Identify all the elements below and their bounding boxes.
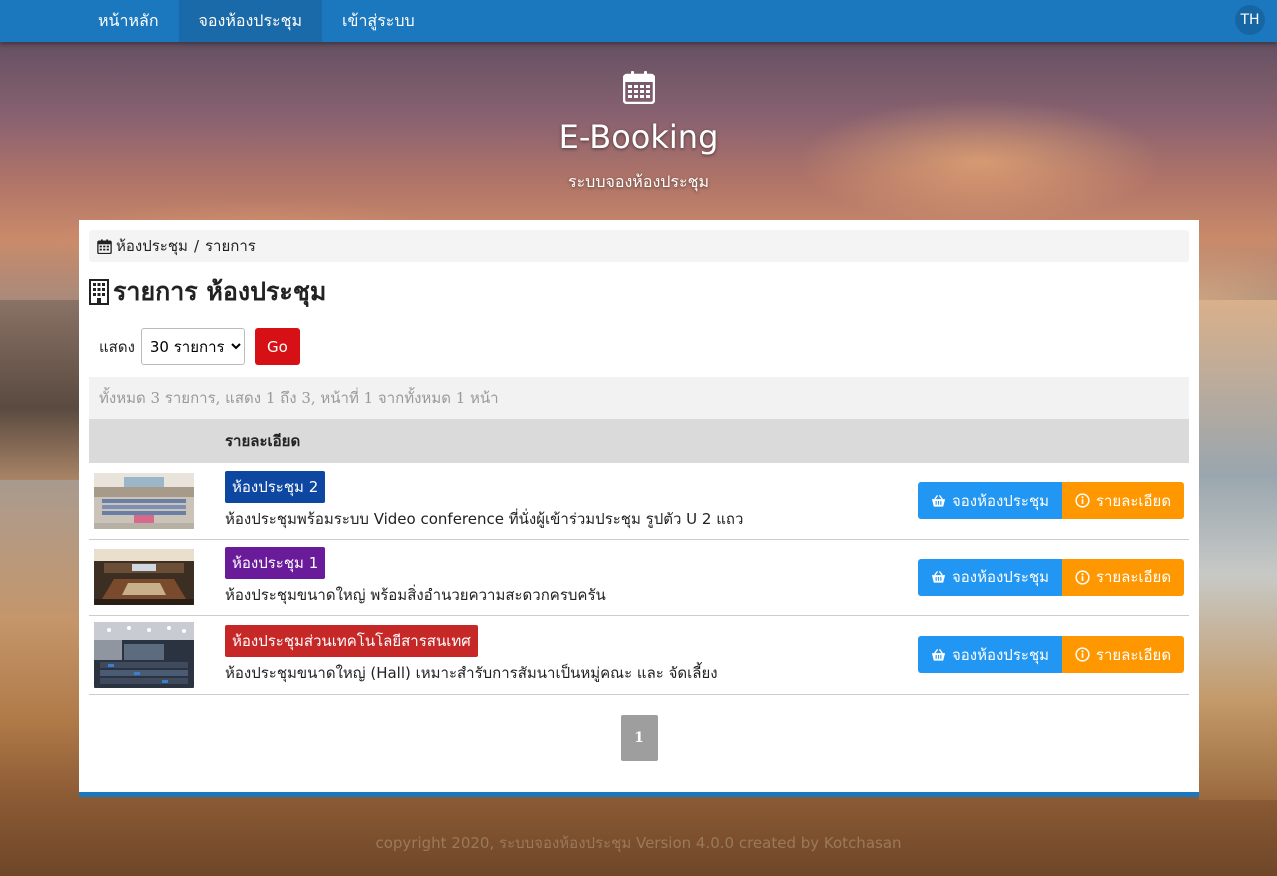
basket-icon [931, 570, 946, 583]
nav-item-home[interactable]: หน้าหลัก [78, 0, 179, 42]
breadcrumb-item-list: รายการ [205, 237, 256, 255]
room-details-label: รายละเอียด [1095, 568, 1172, 586]
show-label: แสดง [99, 337, 135, 356]
column-header-actions [858, 419, 1189, 463]
basket-icon [931, 494, 946, 507]
room-name-badge[interactable]: ห้องประชุม 2 [225, 470, 326, 503]
book-room-button[interactable]: จองห้องประชุม [918, 636, 1062, 673]
page-size-select[interactable]: 30 รายการ [140, 328, 245, 365]
language-switch[interactable]: TH [1235, 5, 1265, 35]
background-sea [1199, 300, 1277, 800]
result-summary: ทั้งหมด 3 รายการ, แสดง 1 ถึง 3, หน้าที่ … [89, 377, 1189, 419]
info-icon [1075, 647, 1090, 662]
calendar-icon [622, 70, 655, 105]
room-description: ห้องประชุมขนาดใหญ่ พร้อมสิ่งอำนวยความสะด… [225, 586, 606, 604]
basket-icon [931, 648, 946, 661]
table-row: ห้องประชุมส่วนเทคโนโลยีสารสนเทศ ห้องประช… [89, 615, 1189, 694]
footer-copyright: copyright 2020, ระบบจองห้องประชุม Versio… [375, 834, 902, 852]
room-name-badge[interactable]: ห้องประชุมส่วนเทคโนโลยีสารสนเทศ [225, 624, 478, 657]
room-details-button[interactable]: รายละเอียด [1062, 636, 1184, 673]
row-actions: จองห้องประชุม รายละเอียด [918, 636, 1184, 673]
top-navbar: หน้าหลัก จองห้องประชุม เข้าสู่ระบบ TH [0, 0, 1277, 42]
content-card: ห้องประชุม / รายการ รายการ ห้องประชุม แส… [79, 220, 1199, 797]
breadcrumb-separator: / [193, 237, 199, 255]
row-actions: จองห้องประชุม รายละเอียด [918, 482, 1184, 520]
page-title-text: รายการ ห้องประชุม [113, 277, 327, 306]
book-room-label: จองห้องประชุม [951, 645, 1050, 664]
pagination: 1 [89, 714, 1189, 761]
building-icon [89, 279, 109, 305]
breadcrumb: ห้องประชุม / รายการ [89, 230, 1189, 262]
room-details-button[interactable]: รายละเอียด [1062, 558, 1184, 596]
go-button[interactable]: Go [254, 328, 300, 365]
app-subtitle: ระบบจองห้องประชุม [567, 172, 709, 191]
page-number-button[interactable]: 1 [620, 714, 658, 761]
rooms-table: รายละเอียด ห้องประชุม 2 ห้องประชุมพร้อมร… [89, 419, 1189, 695]
room-description: ห้องประชุมพร้อมระบบ Video conference ที่… [225, 509, 744, 528]
room-details-label: รายละเอียด [1095, 491, 1172, 510]
breadcrumb-item-rooms[interactable]: ห้องประชุม [116, 234, 188, 258]
nav-item-booking[interactable]: จองห้องประชุม [178, 0, 323, 42]
room-thumbnail[interactable] [94, 621, 194, 688]
table-header-row: รายละเอียด [89, 419, 1189, 463]
room-name-badge[interactable]: ห้องประชุม 1 [225, 547, 326, 579]
background-rocks [0, 300, 80, 480]
row-actions: จองห้องประชุม รายละเอียด [918, 558, 1184, 596]
room-thumbnail[interactable] [94, 472, 194, 529]
filter-row: แสดง 30 รายการ Go [89, 328, 1189, 365]
book-room-button[interactable]: จองห้องประชุม [918, 558, 1062, 596]
room-thumbnail[interactable] [94, 549, 194, 605]
info-icon [1075, 493, 1090, 508]
table-row: ห้องประชุม 1 ห้องประชุมขนาดใหญ่ พร้อมสิ่… [89, 539, 1189, 615]
room-details-button[interactable]: รายละเอียด [1062, 482, 1184, 520]
table-row: ห้องประชุม 2 ห้องประชุมพร้อมระบบ Video c… [89, 463, 1189, 539]
room-details-label: รายละเอียด [1095, 645, 1172, 664]
hero-header: E-Booking ระบบจองห้องประชุม [0, 70, 1277, 195]
book-room-label: จองห้องประชุม [951, 568, 1050, 586]
book-room-button[interactable]: จองห้องประชุม [918, 482, 1062, 520]
book-room-label: จองห้องประชุม [951, 491, 1050, 510]
app-title: E-Booking [558, 118, 719, 156]
column-header-detail: รายละเอียด [215, 419, 859, 463]
info-icon [1075, 569, 1090, 585]
column-header-image [89, 419, 215, 463]
room-description: ห้องประชุมขนาดใหญ่ (Hall) เหมาะสำรับการส… [225, 663, 718, 682]
page-title: รายการ ห้องประชุม [89, 272, 1189, 312]
calendar-icon [97, 238, 112, 254]
nav-item-login[interactable]: เข้าสู่ระบบ [322, 0, 435, 42]
